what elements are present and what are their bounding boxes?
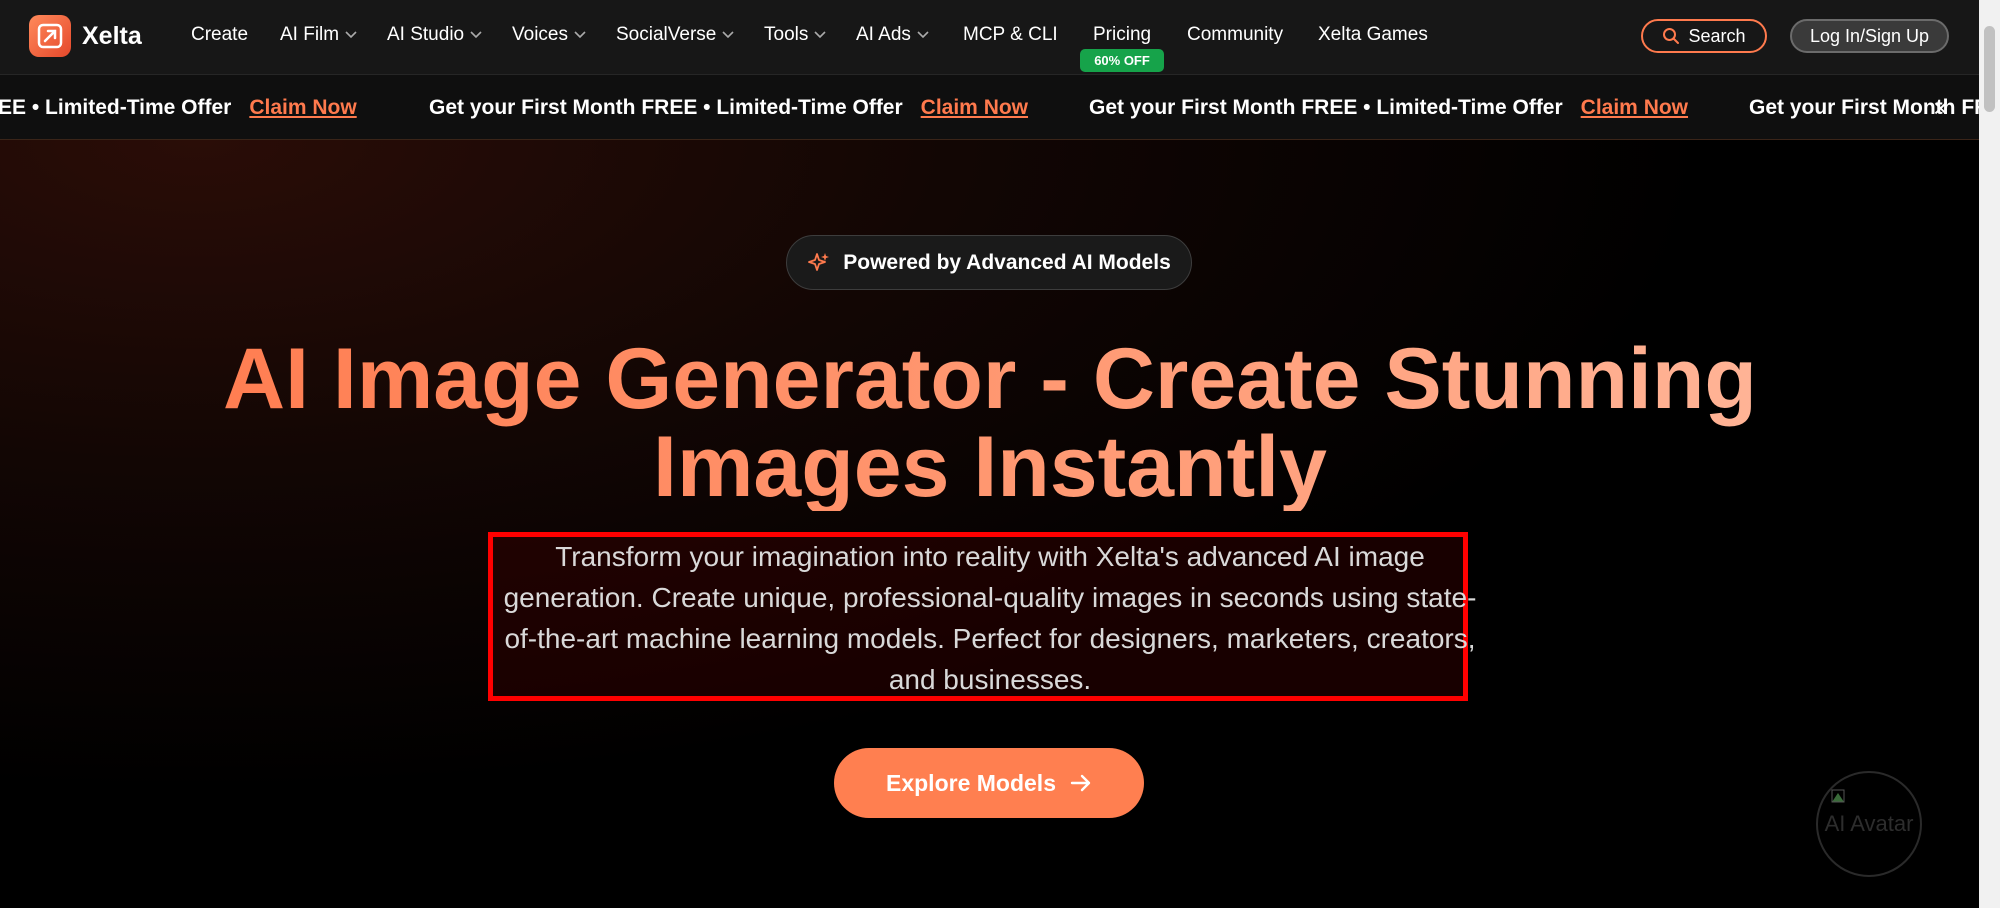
broken-image-icon: [1831, 783, 1845, 803]
claim-now-link[interactable]: Claim Now: [1581, 96, 1688, 119]
chevron-down-icon: [574, 31, 586, 39]
login-signup-button[interactable]: Log In/Sign Up: [1790, 19, 1949, 53]
hero-description: Transform your imagination into reality …: [503, 541, 1477, 695]
avatar-alt-text: AI Avatar: [1824, 811, 1914, 836]
nav-item-pricing[interactable]: Pricing: [1093, 23, 1151, 47]
chevron-down-icon: [470, 31, 482, 39]
promo-text: Get your First Month FREE • Limited-Time…: [429, 96, 903, 119]
search-icon: [1663, 28, 1680, 44]
powered-by-label: Powered by Advanced AI Models: [843, 250, 1171, 274]
arrow-right-icon: [1070, 774, 1091, 792]
chevron-down-icon: [345, 31, 357, 39]
ai-avatar-widget[interactable]: AI Avatar: [1816, 771, 1922, 877]
nav-item-create[interactable]: Create: [191, 23, 248, 47]
nav-item-mcp-cli[interactable]: MCP & CLI: [963, 23, 1058, 47]
promo-text: EE • Limited-Time Offer: [0, 96, 232, 119]
search-button-label: Search: [1688, 25, 1746, 46]
powered-by-badge: Powered by Advanced AI Models: [786, 235, 1192, 290]
promo-text: Get your First Month FREE • Limited-Time…: [1089, 96, 1563, 119]
explore-models-button[interactable]: Explore Models: [834, 748, 1144, 818]
explore-models-label: Explore Models: [886, 769, 1056, 796]
nav-item-xelta-games[interactable]: Xelta Games: [1318, 23, 1428, 47]
claim-now-link[interactable]: Claim Now: [249, 96, 356, 119]
scrollbar-thumb[interactable]: [1984, 26, 1995, 112]
nav-item-community[interactable]: Community: [1187, 23, 1283, 47]
xelta-logo-icon: [29, 15, 71, 57]
close-banner-icon[interactable]: ×: [1933, 93, 1948, 124]
claim-now-link[interactable]: Claim Now: [921, 96, 1028, 119]
nav-item-socialverse[interactable]: SocialVerse: [616, 23, 734, 47]
page-title: AI Image Generator - Create Stunning Ima…: [100, 335, 1880, 511]
search-button[interactable]: Search: [1641, 19, 1767, 53]
brand-logo[interactable]: Xelta: [29, 15, 142, 57]
brand-name: Xelta: [82, 21, 142, 50]
nav-item-voices[interactable]: Voices: [512, 23, 586, 47]
chevron-down-icon: [722, 31, 734, 39]
chevron-down-icon: [814, 31, 826, 39]
promo-banner: EE • Limited-Time Offer Claim Now Get you…: [0, 75, 1979, 140]
nav-item-ai-film[interactable]: AI Film: [280, 23, 357, 47]
page-scrollbar[interactable]: [1979, 0, 2000, 908]
chevron-down-icon: [917, 31, 929, 39]
nav-item-ai-studio[interactable]: AI Studio: [387, 23, 482, 47]
nav-item-ai-ads[interactable]: AI Ads: [856, 23, 929, 47]
promo-segment: Get your First Month FREE • Limited-Time…: [429, 96, 1028, 120]
top-navbar: Xelta Create AI Film AI Studio Voices So…: [0, 0, 1979, 75]
nav-item-tools[interactable]: Tools: [764, 23, 826, 47]
sparkle-icon: [808, 252, 830, 271]
promo-segment: EE • Limited-Time Offer Claim Now: [0, 96, 357, 120]
pricing-discount-badge: 60% OFF: [1080, 49, 1164, 72]
promo-segment: Get your First Month FREE • Limited-Time…: [1089, 96, 1688, 120]
